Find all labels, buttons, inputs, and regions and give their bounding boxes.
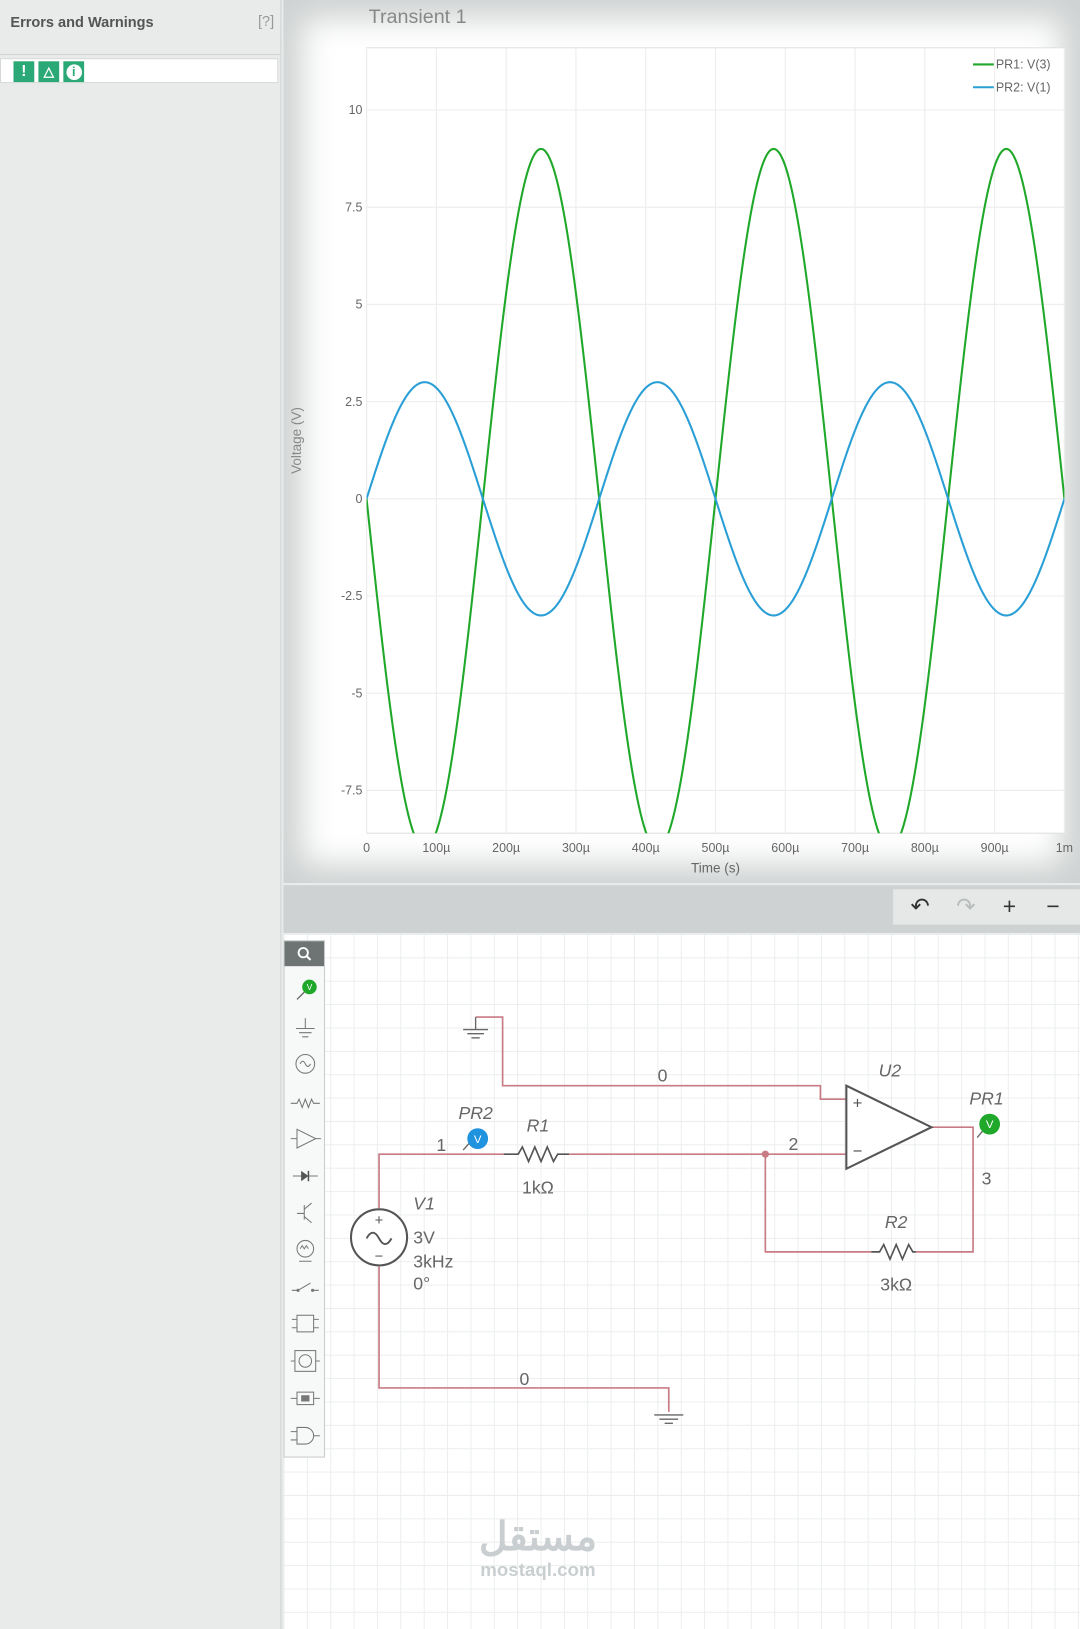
watermark-english: mostaql.com <box>480 1559 596 1581</box>
undo-button[interactable]: ↶ <box>901 891 938 922</box>
zoom-out-button[interactable]: − <box>1034 891 1071 922</box>
errors-warnings-panel: Errors and Warnings [?] ! △ i <box>0 0 282 1629</box>
panel-divider[interactable]: ↶ ↷ + − <box>283 885 1080 933</box>
u2-name: U2 <box>879 1060 902 1080</box>
panel-title: Errors and Warnings <box>10 13 154 31</box>
r1-name: R1 <box>527 1115 550 1135</box>
r1-value: 1kΩ <box>522 1178 554 1198</box>
x-axis-ticks: 0 100µ 200µ 300µ 400µ 500µ 600µ 700µ 800µ 900µ 1m <box>363 841 1073 855</box>
y-tick-label: 7.5 <box>345 200 362 214</box>
wire-node3[interactable] <box>915 1126 974 1253</box>
node-label-3: 3 <box>982 1168 992 1188</box>
v1-name: V1 <box>413 1193 435 1213</box>
wire-node1[interactable] <box>378 1153 504 1209</box>
x-tick-label: 100µ <box>422 841 450 855</box>
node-label-1: 1 <box>436 1135 446 1155</box>
svg-text:−: − <box>853 1141 863 1160</box>
ground-top-icon[interactable] <box>463 1017 489 1039</box>
help-link[interactable]: [?] <box>258 12 274 29</box>
x-tick-label: 800µ <box>911 841 939 855</box>
resistor-r2[interactable] <box>871 1242 916 1262</box>
node-label-0-bottom: 0 <box>520 1369 530 1389</box>
resistor-r1[interactable] <box>503 1144 570 1164</box>
y-tick-label: 10 <box>349 103 363 117</box>
y-axis-label: Voltage (V) <box>289 407 304 474</box>
opamp-u2[interactable]: + − <box>845 1083 934 1171</box>
x-tick-label: 400µ <box>632 841 660 855</box>
x-tick-label: 1m <box>1056 841 1073 855</box>
y-tick-label: -2.5 <box>341 589 363 603</box>
y-tick-label: -5 <box>351 686 362 700</box>
circuit-diagram: + − + − V V 0 1 2 3 0 PR2 PR1 R1 1kΩ R2 … <box>349 1016 1004 1424</box>
v1-amplitude: 3V <box>413 1228 435 1248</box>
info-icon: i <box>65 64 82 80</box>
zoom-in-button[interactable]: + <box>991 891 1028 922</box>
x-tick-label: 500µ <box>702 841 730 855</box>
junction-dot <box>761 1150 769 1158</box>
error-icon: ! <box>21 62 27 80</box>
y-tick-label: 5 <box>355 298 362 312</box>
v1-phase: 0° <box>413 1273 430 1293</box>
y-tick-label: -7.5 <box>341 784 363 798</box>
warning-filter-button[interactable]: △ <box>38 61 60 83</box>
warning-icon: △ <box>43 63 54 79</box>
svg-text:−: − <box>375 1249 383 1265</box>
panel-header: Errors and Warnings [?] <box>0 0 281 56</box>
svg-text:+: + <box>375 1213 383 1229</box>
x-tick-label: 600µ <box>771 841 799 855</box>
x-tick-label: 700µ <box>841 841 869 855</box>
x-tick-label: 0 <box>363 841 370 855</box>
probe-pr2[interactable]: V <box>462 1128 489 1151</box>
y-axis-ticks: 10 7.5 5 2.5 0 -2.5 -5 -7.5 <box>341 103 363 797</box>
wire-ground-top[interactable] <box>475 1016 847 1100</box>
app-root: Errors and Warnings [?] ! △ i Transient … <box>0 0 1080 1629</box>
x-tick-label: 200µ <box>492 841 520 855</box>
info-filter-button[interactable]: i <box>63 61 85 83</box>
svg-text:V: V <box>986 1119 994 1131</box>
x-axis-label: Time (s) <box>691 861 740 876</box>
voltage-source-v1[interactable]: + − <box>349 1208 409 1267</box>
filter-bar: ! △ i <box>0 58 279 84</box>
error-filter-button[interactable]: ! <box>13 61 35 83</box>
x-tick-label: 900µ <box>981 841 1009 855</box>
pr1-label: PR1 <box>969 1088 1003 1108</box>
node-label-2: 2 <box>788 1134 798 1154</box>
wire-feedback-left[interactable] <box>764 1154 872 1253</box>
y-tick-label: 2.5 <box>345 395 362 409</box>
legend-label-pr2: PR2: V(1) <box>996 80 1051 94</box>
transient-chart-panel: Transient 1 0 100µ 200µ 300µ 400µ 500µ 600µ 700… <box>283 0 1080 884</box>
pr2-label: PR2 <box>458 1103 492 1123</box>
probe-pr1[interactable]: V <box>976 1113 1001 1139</box>
watermark-arabic: مستقل <box>478 1515 597 1560</box>
legend-label-pr1: PR1: V(3) <box>996 58 1051 72</box>
r2-name: R2 <box>885 1212 908 1232</box>
y-tick-label: 0 <box>355 492 362 506</box>
v1-frequency: 3kHz <box>413 1251 453 1271</box>
x-tick-label: 300µ <box>562 841 590 855</box>
chart-canvas: 0 100µ 200µ 300µ 400µ 500µ 600µ 700µ 800µ 900µ 1m … <box>289 47 1073 876</box>
svg-text:V: V <box>474 1134 482 1146</box>
schematic-canvas[interactable]: V + − + − V V 0 1 2 3 0 PR2 PR1 R1 1kΩ R… <box>283 933 1080 1629</box>
svg-text:+: + <box>853 1094 863 1113</box>
r2-value: 3kΩ <box>880 1274 912 1294</box>
ground-bottom-icon[interactable] <box>654 1414 684 1424</box>
edit-toolbar: ↶ ↷ + − <box>893 889 1080 925</box>
watermark: مستقل mostaql.com <box>460 1516 616 1581</box>
node-label-0-top: 0 <box>658 1065 668 1085</box>
redo-button[interactable]: ↷ <box>947 891 984 922</box>
